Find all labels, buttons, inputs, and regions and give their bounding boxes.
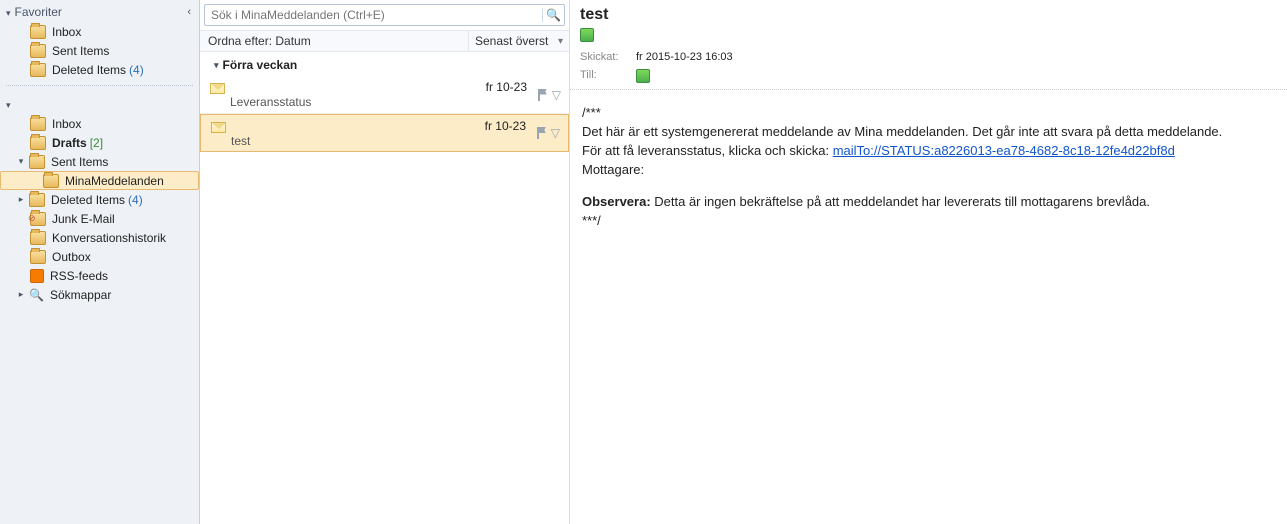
folder-label: Outbox xyxy=(52,250,91,264)
message-summary: fr 10-23test xyxy=(231,119,526,147)
observe-label: Observera: xyxy=(582,194,651,209)
body-line: Mottagare: xyxy=(582,161,1275,180)
folder-icon xyxy=(29,155,45,169)
sort-bar[interactable]: Ordna efter: Datum Senast överst ▾ xyxy=(200,30,569,52)
sort-order[interactable]: Senast överst ▾ xyxy=(469,31,569,51)
folder-item[interactable]: Konversationshistorik xyxy=(0,228,199,247)
body-line: Observera: Detta är ingen bekräftelse på… xyxy=(582,193,1275,212)
favorite-item[interactable]: Sent Items xyxy=(0,41,199,60)
presence-icon xyxy=(580,28,594,42)
folder-label: Drafts xyxy=(52,136,87,150)
group-label: Förra veckan xyxy=(223,58,298,72)
observe-text: Detta är ingen bekräftelse på att meddel… xyxy=(651,194,1150,209)
body-text: För att få leveransstatus, klicka och sk… xyxy=(582,143,833,158)
chevron-down-icon: ▾ xyxy=(558,36,563,47)
favorites-header[interactable]: ▾ Favoriter ‹ xyxy=(0,0,199,22)
spacer xyxy=(582,179,1275,193)
folder-icon xyxy=(30,63,46,77)
folder-item[interactable]: Drafts [2] xyxy=(0,133,199,152)
category-icon[interactable]: ▽ xyxy=(552,88,561,102)
search-box[interactable]: 🔍 xyxy=(204,4,565,26)
favorites-label: Favoriter xyxy=(15,5,62,19)
folder-icon xyxy=(30,250,46,264)
folder-label: Inbox xyxy=(52,117,81,131)
favorite-item[interactable]: Deleted Items (4) xyxy=(0,60,199,79)
search-row: 🔍 xyxy=(200,0,569,30)
folder-label: Konversationshistorik xyxy=(52,231,166,245)
folder-item[interactable]: ▸ Deleted Items (4) xyxy=(0,190,199,209)
folder-label: MinaMeddelanden xyxy=(65,174,164,188)
folder-icon xyxy=(30,231,46,245)
body-line: Det här är ett systemgenererat meddeland… xyxy=(582,123,1275,142)
group-header[interactable]: ▾ Förra veckan xyxy=(200,52,569,76)
folder-icon xyxy=(43,174,59,188)
folder-icon xyxy=(30,44,46,58)
envelope-icon xyxy=(211,119,231,147)
message-subject-line: Leveransstatus xyxy=(230,94,527,109)
message-summary: fr 10-23Leveransstatus xyxy=(230,80,527,109)
expand-icon[interactable]: ▾ xyxy=(16,156,26,167)
item-count: (4) xyxy=(129,63,144,77)
folder-label: Sent Items xyxy=(51,155,108,169)
folder-item[interactable]: Outbox xyxy=(0,247,199,266)
message-subject-line: test xyxy=(231,133,526,148)
expand-icon[interactable]: ▸ xyxy=(16,289,26,300)
rss-icon xyxy=(30,269,44,283)
folder-icon xyxy=(30,136,46,150)
sort-field[interactable]: Ordna efter: Datum xyxy=(200,31,469,51)
folder-label: Deleted Items xyxy=(51,193,125,207)
folder-label: Sent Items xyxy=(52,44,109,58)
message-item[interactable]: fr 10-23Leveransstatus ▽ xyxy=(200,76,569,114)
sent-label: Skickat: xyxy=(580,51,628,63)
folder-label: RSS-feeds xyxy=(50,269,108,283)
folder-label: Inbox xyxy=(52,25,81,39)
body-line: /*** xyxy=(582,104,1275,123)
search-input[interactable] xyxy=(205,8,542,22)
folder-icon xyxy=(29,193,45,207)
message-list-pane: 🔍 Ordna efter: Datum Senast överst ▾ ▾ F… xyxy=(200,0,570,524)
presence-icon xyxy=(636,69,650,83)
folder-icon xyxy=(30,117,46,131)
search-folder-icon: 🔍 xyxy=(29,288,44,302)
body-line: För att få leveransstatus, klicka och sk… xyxy=(582,142,1275,161)
folder-item[interactable]: ▾ Sent Items xyxy=(0,152,199,171)
folder-item[interactable]: MinaMeddelanden xyxy=(0,171,199,190)
flag-icon[interactable] xyxy=(538,89,548,101)
folder-item[interactable]: RSS-feeds xyxy=(0,266,199,285)
search-icon[interactable]: 🔍 xyxy=(542,8,564,22)
junk-icon: ⊘ xyxy=(30,212,46,226)
message-item[interactable]: fr 10-23test ▽ xyxy=(200,114,569,152)
message-date: fr 10-23 xyxy=(485,119,526,133)
folder-item[interactable]: ▸🔍 Sökmappar xyxy=(0,285,199,304)
collapse-icon: ▾ xyxy=(6,100,11,111)
message-date: fr 10-23 xyxy=(486,80,527,94)
item-count: (4) xyxy=(128,193,143,207)
favorite-item[interactable]: Inbox xyxy=(0,22,199,41)
to-label: Till: xyxy=(580,69,628,83)
expand-icon[interactable]: ▸ xyxy=(16,194,26,205)
collapse-icon: ▾ xyxy=(6,8,11,19)
flag-icon[interactable] xyxy=(537,127,547,139)
sent-value: fr 2015-10-23 16:03 xyxy=(636,51,733,63)
folder-label: Deleted Items xyxy=(52,63,126,77)
folder-item[interactable]: ⊘ Junk E-Mail xyxy=(0,209,199,228)
category-icon[interactable]: ▽ xyxy=(551,126,560,140)
status-link[interactable]: mailTo://STATUS:a8226013-ea78-4682-8c18-… xyxy=(833,143,1175,158)
minimize-pane-icon[interactable]: ‹ xyxy=(187,6,191,18)
reading-pane: test Skickat: fr 2015-10-23 16:03 Till: … xyxy=(570,0,1287,524)
collapse-icon: ▾ xyxy=(214,60,219,71)
account-header[interactable]: ▾ xyxy=(0,92,199,114)
message-subject: test xyxy=(580,6,1277,28)
body-line: ***/ xyxy=(582,212,1275,231)
message-body: /*** Det här är ett systemgenererat medd… xyxy=(570,90,1287,245)
folder-label: Junk E-Mail xyxy=(52,212,115,226)
separator xyxy=(6,85,193,86)
folder-item[interactable]: Inbox xyxy=(0,114,199,133)
reading-header: test Skickat: fr 2015-10-23 16:03 Till: xyxy=(570,0,1287,90)
envelope-icon xyxy=(210,80,230,109)
folder-icon xyxy=(30,25,46,39)
folder-pane: ▾ Favoriter ‹ Inbox Sent Items Deleted Item… xyxy=(0,0,200,524)
item-count: [2] xyxy=(90,136,103,150)
folder-label: Sökmappar xyxy=(50,288,111,302)
